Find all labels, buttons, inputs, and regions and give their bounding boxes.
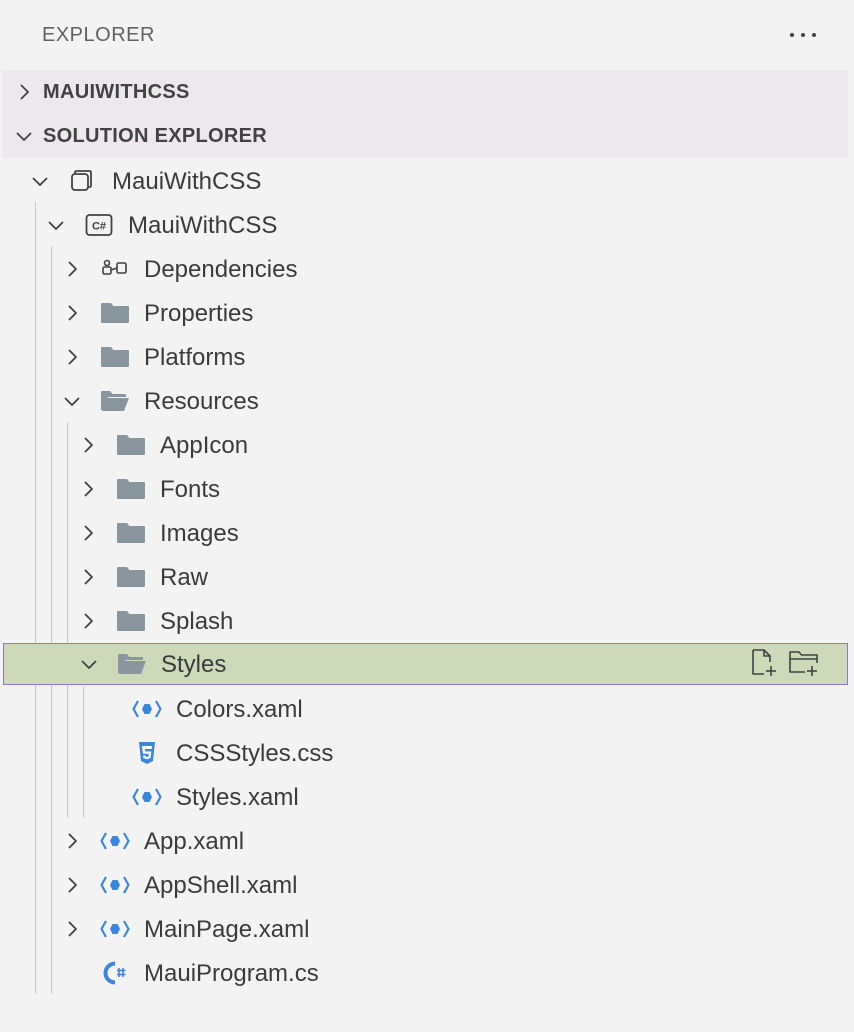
xaml-icon xyxy=(132,783,162,811)
chevron-right-icon xyxy=(62,831,82,851)
new-folder-icon[interactable] xyxy=(787,647,821,679)
tree-item-appshell-xaml[interactable]: AppShell.xaml xyxy=(0,863,854,907)
folder-open-icon xyxy=(117,650,147,678)
solution-icon xyxy=(68,167,98,195)
chevron-right-icon xyxy=(14,82,34,102)
chevron-right-icon xyxy=(62,347,82,367)
tree-item-cssstyles-css[interactable]: CSSStyles.css xyxy=(0,731,854,775)
chevron-down-icon xyxy=(14,126,34,146)
tree-item-resources[interactable]: Resources xyxy=(0,379,854,423)
chevron-right-icon xyxy=(78,567,98,587)
folder-icon xyxy=(116,563,146,591)
css-icon xyxy=(132,739,162,767)
tree-item-label: App.xaml xyxy=(144,828,245,855)
tree-item-label: Images xyxy=(160,520,239,547)
ellipsis-icon xyxy=(790,33,794,37)
tree-item-mainpage-xaml[interactable]: MainPage.xaml xyxy=(0,907,854,951)
tree-item-label: Styles.xaml xyxy=(176,784,299,811)
chevron-down-icon xyxy=(62,391,82,411)
tree-item-label: Resources xyxy=(144,388,259,415)
tree-item-properties[interactable]: Properties xyxy=(0,291,854,335)
dependencies-icon xyxy=(100,255,130,283)
chevron-right-icon xyxy=(78,479,98,499)
tree-item-label: Splash xyxy=(160,608,234,635)
folder-icon xyxy=(116,607,146,635)
folder-icon xyxy=(116,475,146,503)
folder-open-icon xyxy=(100,387,130,415)
tree-item-label: Colors.xaml xyxy=(176,696,303,723)
tree-item-mauiprogram-cs[interactable]: MauiProgram.cs xyxy=(0,951,854,995)
tree-item-label: AppIcon xyxy=(160,432,249,459)
explorer-panel: EXPLORER MAUIWITHCSS SOLUTION EXPLORER M… xyxy=(0,0,854,1032)
explorer-header: EXPLORER xyxy=(0,0,854,70)
new-file-icon[interactable] xyxy=(747,647,781,679)
explorer-title: EXPLORER xyxy=(42,24,155,46)
tree-item-label: MauiWithCSS xyxy=(128,212,278,239)
chevron-down-icon xyxy=(79,654,99,674)
tree-item-project[interactable]: MauiWithCSS xyxy=(0,203,854,247)
tree-item-styles[interactable]: Styles xyxy=(3,643,848,685)
xaml-icon xyxy=(100,827,130,855)
tree-item-label: Styles xyxy=(161,651,227,678)
folder-icon xyxy=(100,299,130,327)
tree-item-dependencies[interactable]: Dependencies xyxy=(0,247,854,291)
tree-item-label: MauiWithCSS xyxy=(112,168,262,195)
section-mauiwithcss[interactable]: MAUIWITHCSS xyxy=(2,70,848,114)
folder-icon xyxy=(100,343,130,371)
tree-item-splash[interactable]: Splash xyxy=(0,599,854,643)
folder-icon xyxy=(116,431,146,459)
chevron-right-icon xyxy=(62,259,82,279)
tree-item-label: Platforms xyxy=(144,344,246,371)
tree-item-label: MauiProgram.cs xyxy=(144,960,319,987)
tree-item-appicon[interactable]: AppIcon xyxy=(0,423,854,467)
folder-icon xyxy=(116,519,146,547)
tree-item-label: Raw xyxy=(160,564,209,591)
tree-item-colors-xaml[interactable]: Colors.xaml xyxy=(0,687,854,731)
tree-item-label: AppShell.xaml xyxy=(144,872,298,899)
tree-item-fonts[interactable]: Fonts xyxy=(0,467,854,511)
tree-item-app-xaml[interactable]: App.xaml xyxy=(0,819,854,863)
tree-item-label: CSSStyles.css xyxy=(176,740,334,767)
xaml-icon xyxy=(100,871,130,899)
xaml-icon xyxy=(100,915,130,943)
chevron-right-icon xyxy=(78,523,98,543)
chevron-right-icon xyxy=(62,303,82,323)
chevron-down-icon xyxy=(30,171,50,191)
csharp-file-icon xyxy=(100,959,130,987)
chevron-down-icon xyxy=(46,215,66,235)
tree-item-styles-xaml[interactable]: Styles.xaml xyxy=(0,775,854,819)
chevron-right-icon xyxy=(62,875,82,895)
chevron-right-icon xyxy=(62,919,82,939)
tree-item-label: MainPage.xaml xyxy=(144,916,310,943)
tree-item-label: Fonts xyxy=(160,476,221,503)
xaml-icon xyxy=(132,695,162,723)
section-label: MAUIWITHCSS xyxy=(43,81,190,103)
more-actions-button[interactable] xyxy=(784,20,824,50)
tree-item-solution[interactable]: MauiWithCSS xyxy=(0,159,854,203)
tree-item-images[interactable]: Images xyxy=(0,511,854,555)
tree-item-label: Dependencies xyxy=(144,256,298,283)
tree-item-platforms[interactable]: Platforms xyxy=(0,335,854,379)
csharp-project-icon xyxy=(84,211,114,239)
chevron-right-icon xyxy=(78,435,98,455)
section-solution-explorer[interactable]: SOLUTION EXPLORER xyxy=(2,114,848,158)
section-label: SOLUTION EXPLORER xyxy=(43,125,268,147)
chevron-right-icon xyxy=(78,611,98,631)
tree-item-label: Properties xyxy=(144,300,254,327)
tree-item-raw[interactable]: Raw xyxy=(0,555,854,599)
